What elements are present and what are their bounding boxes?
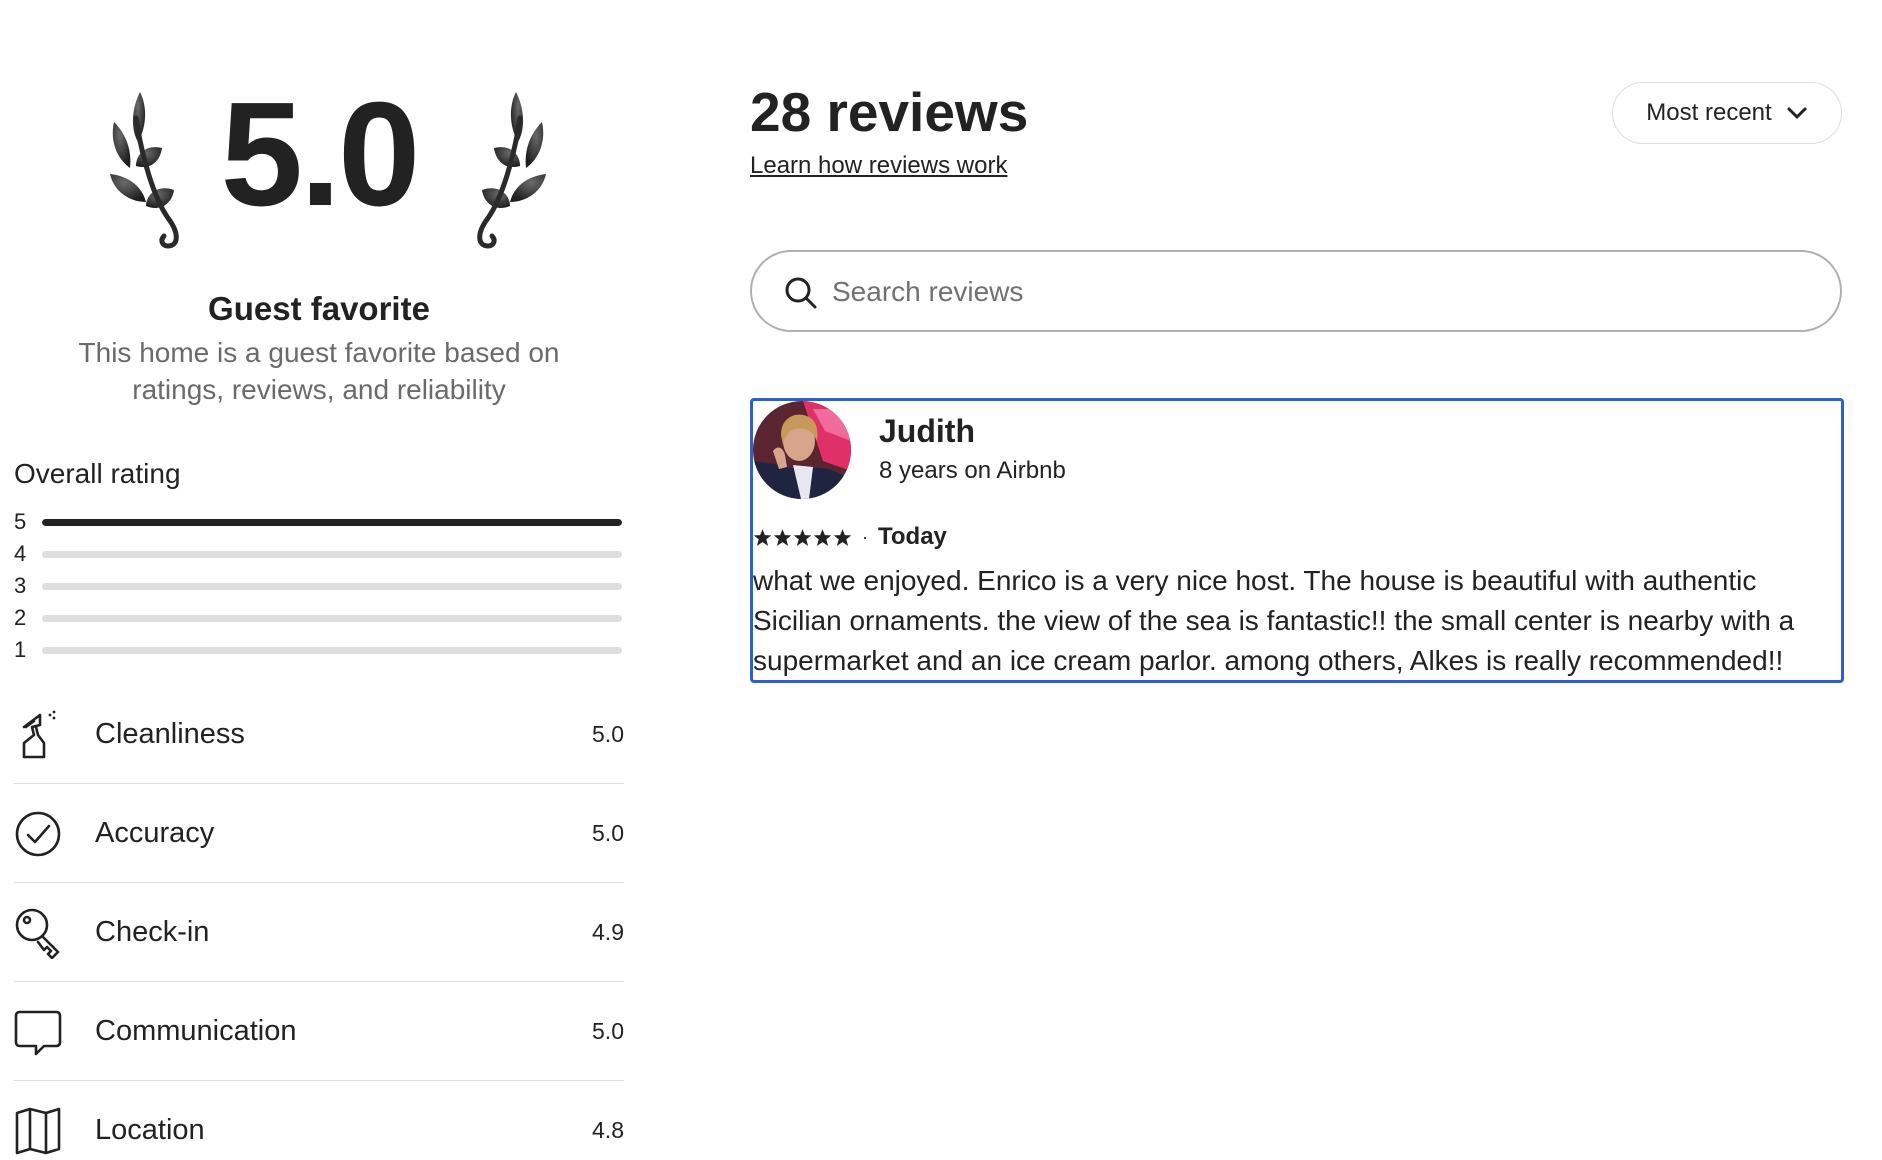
chevron-down-icon [1787, 107, 1807, 119]
star-icon [753, 528, 772, 546]
chat-bubble-icon [14, 1010, 62, 1056]
rating-bar-row: 3 [14, 574, 624, 606]
learn-how-reviews-work-link[interactable]: Learn how reviews work [750, 152, 1007, 180]
reviewer-avatar[interactable] [753, 401, 851, 499]
reviewer-name: Judith [879, 413, 975, 449]
category-score: 5.0 [592, 820, 624, 846]
reviews-page: 5.0 Guest favorite This home is a guest … [0, 0, 1882, 1160]
rating-bar-label: 5 [14, 509, 27, 534]
category-ratings: Cleanliness 5.0 Accuracy 5.0 Check-in 4.… [14, 685, 624, 1160]
rating-bar-label: 4 [14, 541, 27, 566]
category-score: 5.0 [592, 1018, 624, 1044]
reviewer-tenure: 8 years on Airbnb [879, 457, 1066, 484]
review-rating-line: · Today [753, 523, 947, 551]
review-date: Today [878, 523, 947, 550]
star-icon [773, 528, 792, 546]
sort-dropdown-label: Most recent [1646, 99, 1772, 126]
overall-rating-title: Overall rating [14, 458, 181, 489]
rating-bar-track [42, 615, 622, 622]
rating-bar-label: 2 [14, 605, 27, 630]
rating-distribution: 5 4 3 2 1 [14, 510, 624, 670]
category-label: Communication [95, 1015, 297, 1047]
rating-bar-row: 5 [14, 510, 624, 542]
score-hero: 5.0 [14, 60, 624, 260]
rating-bar-track [42, 583, 622, 590]
category-label: Check-in [95, 916, 210, 948]
star-icon [813, 528, 832, 546]
star-icon [793, 528, 812, 546]
review-text: what we enjoyed. Enrico is a very nice h… [753, 565, 1795, 676]
avatar-photo [753, 401, 851, 499]
category-label: Accuracy [95, 817, 215, 849]
reviews-count-title: 28 reviews [750, 81, 1029, 143]
rating-bar-track [42, 551, 622, 558]
star-icon [833, 528, 852, 546]
rating-bar-row: 2 [14, 606, 624, 638]
rating-bar-label: 3 [14, 573, 27, 598]
rating-bar-track [42, 647, 622, 654]
rating-bar-row: 1 [14, 638, 624, 670]
category-row-communication: Communication 5.0 [14, 982, 624, 1081]
review-stars [753, 528, 852, 547]
key-icon [15, 908, 60, 959]
rating-bar-label: 1 [14, 637, 27, 662]
search-reviews-input[interactable] [832, 270, 1812, 314]
rating-bar-track [42, 519, 622, 526]
rating-bar-fill [42, 519, 622, 526]
category-row-location: Location 4.8 [14, 1081, 624, 1160]
category-score: 4.8 [592, 1117, 624, 1143]
category-row-accuracy: Accuracy 5.0 [14, 784, 624, 883]
category-label: Cleanliness [95, 718, 245, 750]
sort-dropdown-button[interactable]: Most recent [1612, 82, 1842, 144]
laurel-right-icon [477, 92, 546, 249]
rating-bar-row: 4 [14, 542, 624, 574]
category-label: Location [95, 1114, 205, 1146]
review-card: Judith 8 years on Airbnb · Today what we… [750, 398, 1844, 683]
search-icon [785, 277, 817, 309]
map-icon [15, 1107, 61, 1155]
category-score: 5.0 [592, 721, 624, 747]
category-score: 4.9 [592, 919, 624, 945]
category-row-cleanliness: Cleanliness 5.0 [14, 685, 624, 784]
guest-favorite-subtitle: This home is a guest favorite based on r… [78, 337, 560, 405]
search-reviews-box [750, 250, 1842, 332]
category-row-check-in: Check-in 4.9 [14, 883, 624, 982]
spray-bottle-icon [22, 710, 56, 759]
guest-favorite-title: Guest favorite [208, 290, 430, 327]
separator-dot: · [862, 526, 868, 547]
check-circle-icon [15, 811, 61, 857]
